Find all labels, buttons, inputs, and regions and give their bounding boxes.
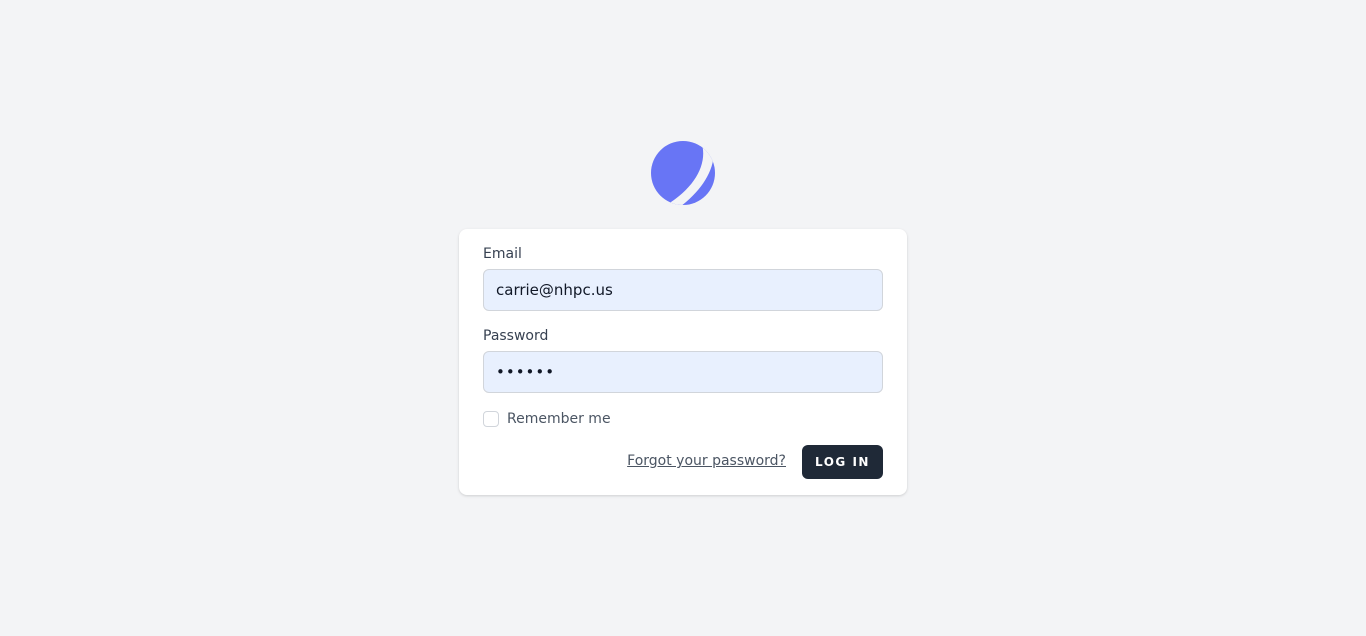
login-page: Email Password Remember me Forgot your p…: [0, 0, 1366, 636]
password-label: Password: [483, 328, 549, 344]
forgot-password-link[interactable]: Forgot your password?: [627, 451, 786, 471]
email-field[interactable]: [483, 269, 883, 311]
email-label: Email: [483, 246, 522, 262]
login-card: Email Password Remember me Forgot your p…: [459, 229, 907, 495]
brand-logo-icon[interactable]: [651, 141, 715, 205]
password-field[interactable]: [483, 351, 883, 393]
remember-me-row[interactable]: Remember me: [483, 409, 611, 429]
remember-me-checkbox[interactable]: [483, 411, 499, 427]
remember-me-label[interactable]: Remember me: [507, 411, 611, 427]
login-button[interactable]: LOG IN: [802, 445, 883, 479]
